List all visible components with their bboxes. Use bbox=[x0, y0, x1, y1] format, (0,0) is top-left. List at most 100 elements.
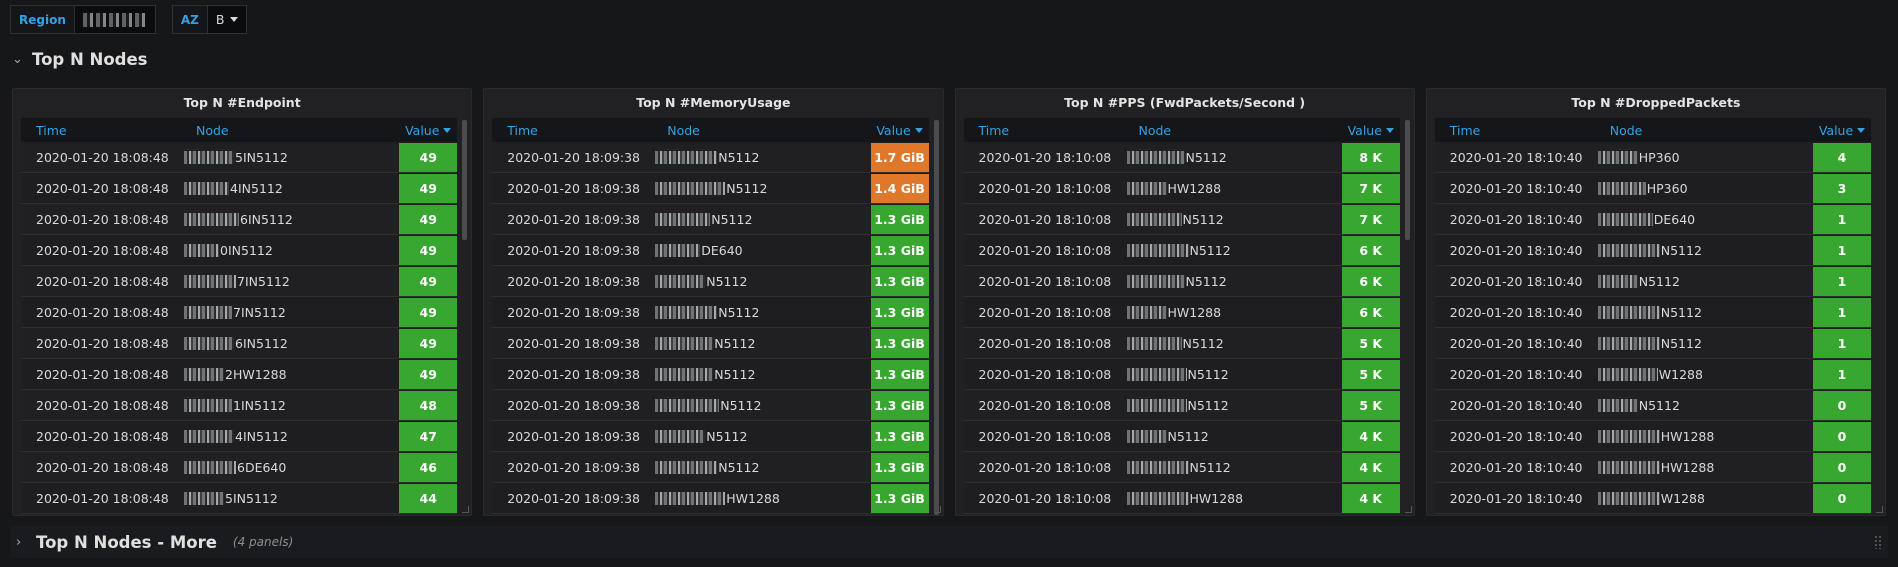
node-name-redacted bbox=[1126, 150, 1185, 164]
cell-node: N5112 bbox=[1597, 398, 1813, 413]
cell-node: 4IN5112 bbox=[184, 181, 399, 196]
node-name-suffix: HW1288 bbox=[726, 490, 780, 506]
cell-value: 47 bbox=[399, 421, 458, 451]
cell-time: 2020-01-20 18:08:48 bbox=[36, 335, 169, 351]
column-header-value-label: Value bbox=[1818, 122, 1854, 138]
column-header-value[interactable]: Value bbox=[399, 123, 457, 138]
table-panel: Top N #PPS (FwdPackets/Second ) Time Nod… bbox=[954, 88, 1415, 516]
row-top-n-nodes-more[interactable]: › Top N Nodes - More (4 panels) bbox=[10, 526, 1888, 558]
az-variable[interactable]: AZ B bbox=[171, 5, 248, 34]
table-row: 2020-01-20 18:10:08 N5112 7 K bbox=[963, 204, 1400, 235]
node-name-redacted bbox=[1126, 460, 1189, 474]
table-header: Time Node Value bbox=[1434, 118, 1871, 142]
node-name-redacted bbox=[184, 336, 234, 350]
row-top-n-nodes[interactable]: ⌄ Top N Nodes bbox=[12, 50, 147, 69]
data-table: Time Node Value 2020-01-20 18:09:38 N511… bbox=[492, 118, 929, 514]
cell-node: N5112 bbox=[655, 336, 870, 351]
column-header-value[interactable]: Value bbox=[871, 123, 929, 138]
column-header-time[interactable]: Time bbox=[21, 123, 184, 138]
node-name-suffix: 6DE640 bbox=[237, 459, 287, 475]
resize-handle-icon[interactable] bbox=[1404, 506, 1412, 513]
cell-node: 5IN5112 bbox=[184, 491, 399, 506]
drag-handle-icon[interactable] bbox=[1874, 535, 1882, 549]
table-row: 2020-01-20 18:10:40 HW1288 0 bbox=[1434, 421, 1871, 452]
cell-value: 5 K bbox=[1341, 359, 1400, 389]
cell-time: 2020-01-20 18:08:48 bbox=[36, 211, 169, 227]
cell-time: 2020-01-20 18:10:08 bbox=[978, 273, 1112, 289]
cell-node: 0IN5112 bbox=[184, 243, 399, 258]
cell-value: 1.4 GiB bbox=[870, 173, 929, 203]
cell-value: 48 bbox=[399, 390, 458, 420]
region-variable[interactable]: Region bbox=[10, 5, 156, 34]
cell-node: N5112 bbox=[1126, 459, 1342, 475]
scrollbar[interactable] bbox=[933, 120, 939, 515]
node-name-redacted bbox=[184, 212, 239, 226]
cell-value: 1 bbox=[1813, 235, 1871, 265]
cell-time: 2020-01-20 18:08:48 bbox=[36, 459, 169, 475]
table-row: 2020-01-20 18:08:48 6IN5112 49 bbox=[21, 328, 458, 359]
cell-value: 1.3 GiB bbox=[870, 328, 929, 358]
cell-value: 4 K bbox=[1341, 452, 1400, 482]
cell-node: N5112 bbox=[1597, 243, 1813, 258]
cell-node: N5112 bbox=[1126, 212, 1342, 227]
panel-title[interactable]: Top N #PPS (FwdPackets/Second ) bbox=[956, 89, 1414, 117]
cell-value: 3 bbox=[1813, 173, 1871, 203]
node-name-redacted bbox=[655, 305, 718, 319]
node-name-redacted bbox=[1126, 398, 1187, 412]
sort-desc-icon bbox=[443, 127, 452, 133]
panel-title[interactable]: Top N #Endpoint bbox=[13, 89, 471, 117]
region-select[interactable] bbox=[74, 5, 156, 34]
cell-time: 2020-01-20 18:10:40 bbox=[1449, 428, 1583, 444]
node-name-suffix: DE640 bbox=[1653, 211, 1696, 227]
node-name-suffix: N5112 bbox=[1185, 273, 1227, 289]
node-name-redacted bbox=[1597, 243, 1660, 257]
column-header-value[interactable]: Value bbox=[1342, 123, 1400, 138]
node-name-redacted bbox=[184, 460, 236, 474]
column-header-time[interactable]: Time bbox=[1435, 123, 1598, 138]
column-header-node[interactable]: Node bbox=[655, 123, 870, 138]
node-name-suffix: 5IN5112 bbox=[235, 149, 288, 165]
node-name-suffix: N5112 bbox=[718, 304, 760, 320]
node-name-suffix: 4IN5112 bbox=[235, 428, 288, 444]
column-header-value[interactable]: Value bbox=[1813, 123, 1871, 138]
table-row: 2020-01-20 18:10:40 N5112 1 bbox=[1434, 328, 1871, 359]
resize-handle-icon[interactable] bbox=[462, 506, 470, 513]
cell-time: 2020-01-20 18:08:48 bbox=[36, 428, 169, 444]
table-row: 2020-01-20 18:08:48 1IN5112 48 bbox=[21, 390, 458, 421]
column-header-node[interactable]: Node bbox=[1127, 123, 1342, 138]
node-name-suffix: HW1288 bbox=[1167, 304, 1222, 320]
cell-time: 2020-01-20 18:10:08 bbox=[978, 428, 1112, 444]
node-name-redacted bbox=[1597, 460, 1660, 474]
table-row: 2020-01-20 18:10:40 W1288 1 bbox=[1434, 359, 1871, 390]
cell-value: 46 bbox=[399, 452, 458, 482]
column-header-time[interactable]: Time bbox=[964, 123, 1127, 138]
table-row: 2020-01-20 18:09:38 N5112 1.3 GiB bbox=[492, 390, 929, 421]
node-name-redacted bbox=[1597, 336, 1660, 350]
scrollbar[interactable] bbox=[1404, 120, 1410, 240]
cell-value: 4 bbox=[1813, 142, 1871, 172]
node-name-suffix: N5112 bbox=[726, 180, 768, 196]
cell-value: 0 bbox=[1813, 483, 1871, 513]
resize-handle-icon[interactable] bbox=[933, 506, 941, 513]
node-name-suffix: N5112 bbox=[1187, 397, 1229, 413]
scrollbar[interactable] bbox=[462, 120, 468, 240]
panel-title[interactable]: Top N #MemoryUsage bbox=[484, 89, 942, 117]
node-name-suffix: HP360 bbox=[1646, 180, 1688, 196]
table-panel: Top N #Endpoint Time Node Value 2020-01-… bbox=[12, 88, 473, 516]
column-header-node[interactable]: Node bbox=[184, 123, 399, 138]
cell-node: HP360 bbox=[1597, 150, 1813, 165]
cell-node: DE640 bbox=[655, 243, 870, 258]
table-row: 2020-01-20 18:08:48 2HW1288 49 bbox=[21, 359, 458, 390]
panel-title[interactable]: Top N #DroppedPackets bbox=[1427, 89, 1885, 117]
node-name-redacted bbox=[1126, 181, 1167, 195]
cell-time: 2020-01-20 18:10:40 bbox=[1449, 211, 1583, 227]
cell-node: 5IN5112 bbox=[184, 150, 399, 165]
region-value-redacted bbox=[82, 12, 147, 27]
column-header-time[interactable]: Time bbox=[492, 123, 655, 138]
column-header-node[interactable]: Node bbox=[1598, 123, 1813, 138]
node-name-suffix: N5112 bbox=[1189, 459, 1231, 475]
resize-handle-icon[interactable] bbox=[1876, 506, 1883, 513]
cell-time: 2020-01-20 18:10:08 bbox=[978, 459, 1112, 475]
az-select[interactable]: B bbox=[207, 5, 248, 34]
cell-node: HP360 bbox=[1597, 180, 1813, 196]
